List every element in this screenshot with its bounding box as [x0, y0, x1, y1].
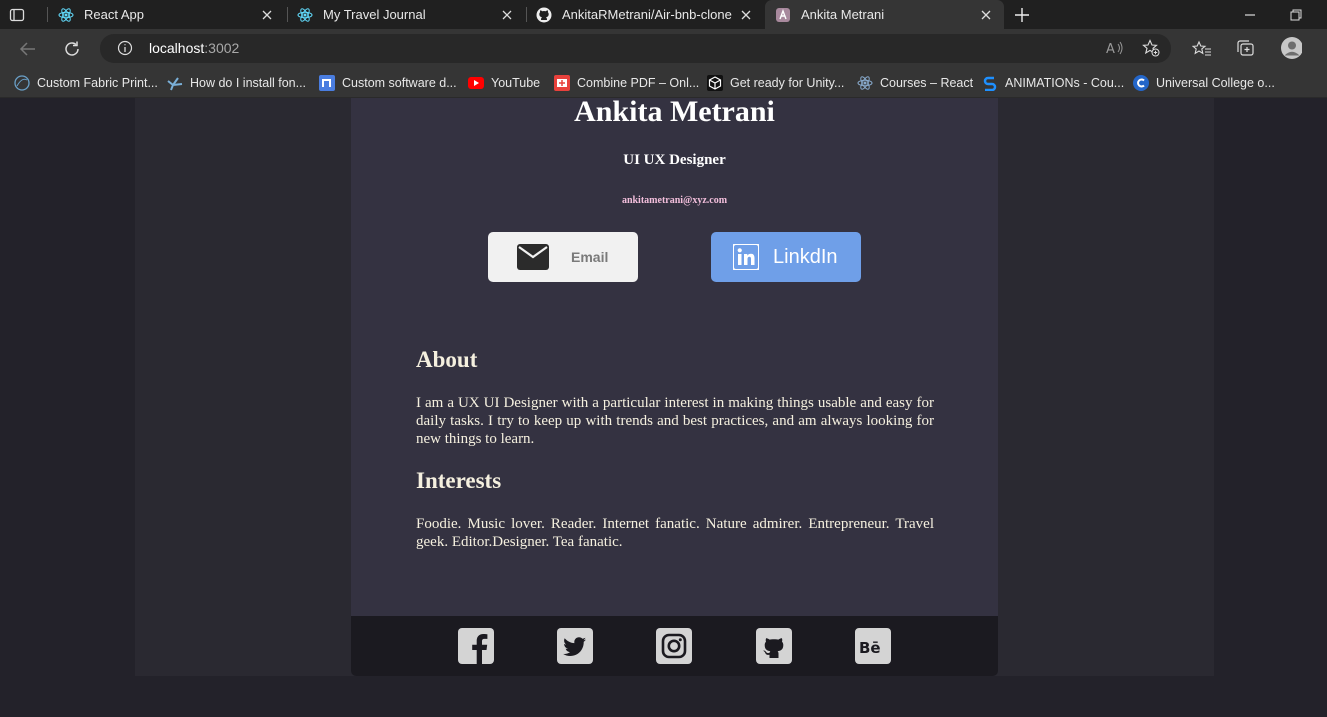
bookmark-item[interactable]: Get ready for Unity...: [707, 74, 844, 91]
bookmark-label: Custom software d...: [342, 75, 457, 90]
bookmark-item[interactable]: Custom software d...: [319, 74, 457, 91]
bookmark-label: Combine PDF – Onl...: [577, 75, 700, 90]
restore-icon[interactable]: [1286, 5, 1306, 25]
bookmark-item[interactable]: YouTube: [468, 74, 540, 91]
bookmark-item[interactable]: Custom Fabric Print...: [14, 74, 158, 91]
browser-tab-strip: React App My Travel Journal AnkitaRMetra…: [0, 0, 1327, 29]
linkedin-button[interactable]: LinkdIn: [711, 232, 861, 282]
about-text: I am a UX UI Designer with a particular …: [416, 395, 934, 447]
svg-text:Bē: Bē: [859, 639, 881, 657]
svg-text:A: A: [1106, 42, 1115, 56]
refresh-icon[interactable]: [61, 38, 83, 60]
profile-name: Ankita Metrani: [574, 98, 775, 128]
close-icon[interactable]: [259, 7, 275, 23]
globe-icon: [14, 74, 30, 91]
youtube-icon: [468, 75, 484, 91]
page-viewport: Ankita Metrani UI UX Designer ankitametr…: [0, 98, 1327, 717]
twitter-icon[interactable]: [557, 628, 593, 664]
profile-role: UI UX Designer: [623, 152, 726, 168]
c-logo-icon: [1133, 74, 1149, 91]
bird-icon: [167, 75, 183, 91]
bookmark-label: Courses – React: [880, 75, 974, 90]
interests-heading: Interests: [416, 468, 502, 493]
tab-title: React App: [84, 7, 144, 22]
tab-github-repo[interactable]: AnkitaRMetrani/Air-bnb-clone: [526, 0, 764, 29]
new-tab-icon[interactable]: [1012, 5, 1032, 25]
url-host: localhost: [149, 40, 205, 56]
linkedin-button-label: LinkdIn: [773, 245, 838, 268]
social-footer: Bē: [351, 616, 998, 676]
email-button-label: Email: [571, 249, 609, 265]
browser-toolbar: localhost:3002 A: [0, 29, 1327, 68]
behance-icon[interactable]: Bē: [855, 628, 891, 664]
instagram-icon[interactable]: [656, 628, 692, 664]
profile-email: ankitametrani@xyz.com: [621, 195, 728, 206]
bookmark-label: YouTube: [491, 75, 541, 90]
bookmark-label: ANIMATIONs - Cou...: [1005, 75, 1125, 90]
app-logo-icon: [775, 7, 791, 23]
url-port: :3002: [204, 40, 240, 56]
minimize-icon[interactable]: [1240, 5, 1260, 25]
react-icon: [857, 75, 873, 91]
interests-text: Foodie. Music lover. Reader. Internet fa…: [416, 516, 934, 550]
react-icon: [297, 7, 313, 23]
bookmark-item[interactable]: Courses – React: [857, 74, 973, 91]
close-icon[interactable]: [499, 7, 515, 23]
about-heading: About: [416, 347, 478, 372]
bookmark-label: Custom Fabric Print...: [37, 75, 158, 90]
bookmark-label: How do I install fon...: [190, 75, 307, 90]
unity-icon: [707, 74, 723, 91]
bookmark-label: Universal College o...: [1156, 75, 1275, 90]
address-bar[interactable]: localhost:3002 A: [100, 34, 1171, 63]
tab-title: Ankita Metrani: [801, 7, 885, 22]
tab-react-app[interactable]: React App: [48, 0, 285, 29]
github-icon: [536, 7, 552, 23]
s-logo-icon: [982, 75, 998, 91]
close-icon[interactable]: [738, 7, 754, 23]
bookmark-item[interactable]: How do I install fon...: [167, 74, 306, 91]
facebook-icon[interactable]: [458, 628, 494, 664]
url-text[interactable]: localhost:3002: [149, 40, 239, 56]
github-icon[interactable]: [756, 628, 792, 664]
bookmark-item[interactable]: ANIMATIONs - Cou...: [982, 74, 1124, 91]
profile-avatar-icon[interactable]: [1280, 37, 1302, 59]
tab-ankita-metrani[interactable]: Ankita Metrani: [765, 0, 1004, 29]
pdf-icon: [554, 74, 570, 91]
read-aloud-icon[interactable]: A: [1106, 40, 1124, 61]
envelope-icon: [517, 244, 549, 270]
tab-title: My Travel Journal: [323, 7, 426, 22]
site-info-icon[interactable]: [117, 40, 133, 61]
linkedin-icon: [733, 244, 759, 270]
back-icon[interactable]: [17, 38, 39, 60]
collections-icon[interactable]: [1235, 38, 1257, 60]
profile-card: Ankita Metrani UI UX Designer ankitametr…: [351, 98, 998, 676]
n-logo-icon: [319, 74, 335, 91]
close-icon[interactable]: [978, 7, 994, 23]
email-button[interactable]: Email: [488, 232, 638, 282]
tab-my-travel-journal[interactable]: My Travel Journal: [287, 0, 525, 29]
tab-title: AnkitaRMetrani/Air-bnb-clone: [562, 7, 732, 22]
bookmark-label: Get ready for Unity...: [730, 75, 845, 90]
add-favorite-icon[interactable]: [1142, 39, 1160, 62]
tab-actions-icon[interactable]: [8, 6, 26, 24]
bookmark-item[interactable]: Combine PDF – Onl...: [554, 74, 699, 91]
bookmark-item[interactable]: Universal College o...: [1133, 74, 1275, 91]
favorites-icon[interactable]: [1191, 38, 1213, 60]
bookmarks-bar: Custom Fabric Print... How do I install …: [0, 68, 1327, 98]
react-icon: [58, 7, 74, 23]
